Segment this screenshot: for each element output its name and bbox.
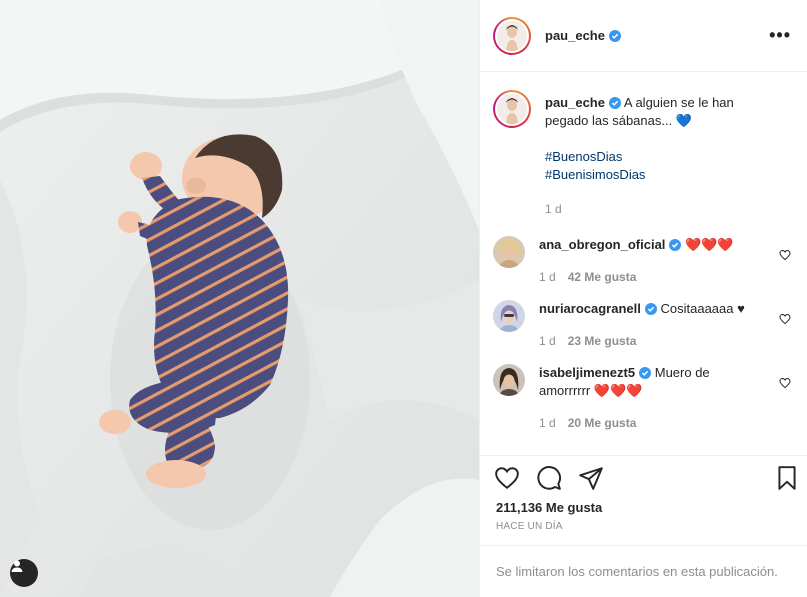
bookmark-icon[interactable] xyxy=(775,465,799,491)
post-photo[interactable] xyxy=(0,0,479,597)
comment-time[interactable]: 1 d xyxy=(539,416,556,430)
comment-like-heart-icon[interactable] xyxy=(779,313,791,328)
comment-likes[interactable]: 42 Me gusta xyxy=(568,270,637,284)
commenter-avatar[interactable] xyxy=(493,300,525,332)
comment-item: nuriarocagranell Cositaaaaaa ♥ 1 d 23 Me … xyxy=(493,300,791,350)
verified-badge-icon xyxy=(608,97,621,109)
comment-username[interactable]: isabeljimenezt5 xyxy=(539,365,635,380)
hashtag-link[interactable]: #BuenisimosDias xyxy=(545,166,763,184)
verified-badge-icon xyxy=(669,239,682,251)
comment-likes[interactable]: 23 Me gusta xyxy=(568,334,637,348)
post-like-count[interactable]: 211,136 Me gusta xyxy=(480,500,807,515)
comments-list: pau_eche A alguien se le han pegado las … xyxy=(480,72,807,455)
post-caption: pau_eche A alguien se le han pegado las … xyxy=(493,90,791,218)
comment-text: Cositaaaaaa ♥ xyxy=(660,301,745,316)
post-header: pau_eche ••• xyxy=(480,0,807,72)
comment-text: ❤️❤️❤️ xyxy=(685,237,734,252)
comment-item: ana_obregon_oficial ❤️❤️❤️ 1 d 42 Me gust… xyxy=(493,236,791,286)
user-tags-icon[interactable] xyxy=(10,559,38,587)
blue-heart-emoji: 💙 xyxy=(675,113,693,128)
comment-bubble-icon[interactable] xyxy=(536,465,562,491)
comments-disabled-notice: Se limitaron los comentarios en esta pub… xyxy=(480,545,807,597)
caption-time[interactable]: 1 d xyxy=(545,202,562,216)
comment-likes[interactable]: 20 Me gusta xyxy=(568,416,637,430)
verified-badge-icon xyxy=(608,29,621,42)
post-actions-bar xyxy=(480,455,807,500)
post-timestamp[interactable]: HACE UN DÍA xyxy=(480,515,807,532)
author-username[interactable]: pau_eche xyxy=(545,28,605,43)
verified-badge-icon xyxy=(644,303,657,315)
comment-item: isabeljimenezt5 Muero de amorrrrrr ❤️❤️❤… xyxy=(493,364,791,432)
paper-plane-icon[interactable] xyxy=(578,465,604,491)
caption-author-avatar[interactable] xyxy=(493,90,531,128)
more-options-icon[interactable]: ••• xyxy=(769,25,791,46)
verified-badge-icon xyxy=(639,367,652,379)
comment-like-heart-icon[interactable] xyxy=(779,249,791,264)
commenter-avatar[interactable] xyxy=(493,364,525,396)
heart-icon[interactable] xyxy=(494,465,520,491)
sleeping-baby-image xyxy=(0,0,479,597)
instagram-post: pau_eche ••• pau_eche A alguien se le ha… xyxy=(0,0,807,597)
comment-username[interactable]: nuriarocagranell xyxy=(539,301,641,316)
comment-username[interactable]: ana_obregon_oficial xyxy=(539,237,665,252)
author-avatar[interactable] xyxy=(493,16,531,55)
comment-time[interactable]: 1 d xyxy=(539,334,556,348)
post-side-panel: pau_eche ••• pau_eche A alguien se le ha… xyxy=(479,0,807,597)
commenter-avatar[interactable] xyxy=(493,236,525,268)
comment-time[interactable]: 1 d xyxy=(539,270,556,284)
caption-username[interactable]: pau_eche xyxy=(545,95,605,110)
comment-like-heart-icon[interactable] xyxy=(779,377,791,392)
hashtag-link[interactable]: #BuenosDias xyxy=(545,148,763,166)
